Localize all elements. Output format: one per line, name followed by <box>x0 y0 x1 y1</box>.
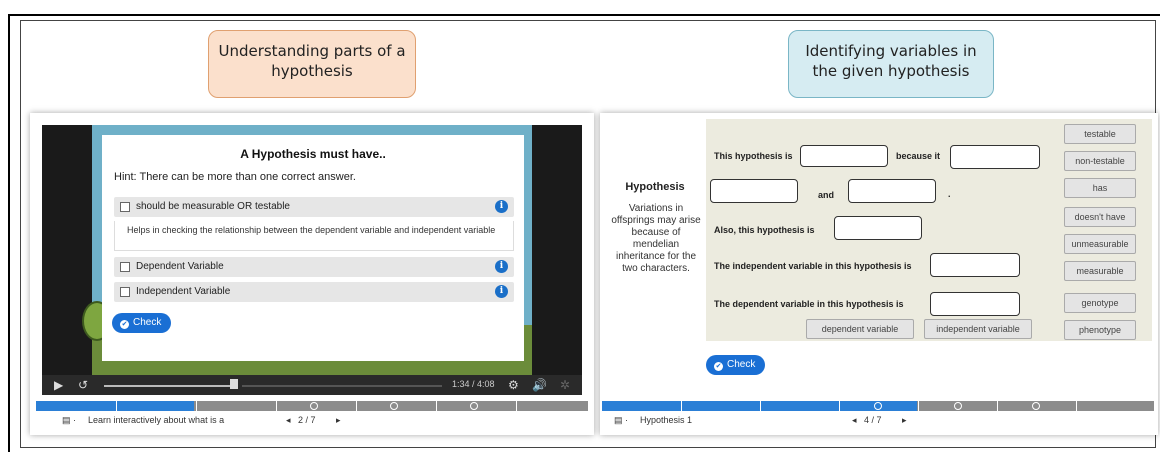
callout-identifying: Identifying variables in the given hypot… <box>788 30 994 98</box>
check-circle-icon: ✔ <box>120 320 129 329</box>
slide-progress-bar[interactable] <box>36 401 588 411</box>
scrubber-played[interactable] <box>104 385 234 387</box>
sentence-3: Also, this hypothesis is <box>714 225 815 235</box>
check-button[interactable]: ✔ Check <box>706 355 766 375</box>
progress-marker[interactable] <box>310 402 318 410</box>
play-icon[interactable]: ▶ <box>54 378 63 392</box>
progress-marker[interactable] <box>1032 402 1040 410</box>
volume-icon[interactable]: 🔊 <box>532 378 547 392</box>
modal-title: A Hypothesis must have.. <box>240 147 386 161</box>
page-indicator: 4 / 7 <box>864 415 882 425</box>
prev-icon[interactable]: ◂ <box>286 415 291 426</box>
progress-marker[interactable] <box>954 402 962 410</box>
video-player[interactable]: A Hypothesis must have.. Hint: There can… <box>42 125 582 395</box>
progress-marker[interactable] <box>470 402 478 410</box>
callout-understanding: Understanding parts of a hypothesis <box>208 30 416 98</box>
sentence-2-end: . <box>948 189 951 199</box>
slide-progress-bar[interactable] <box>602 401 1154 411</box>
chip-genotype[interactable]: genotype <box>1064 293 1136 313</box>
option-independent-variable[interactable]: Independent Variable i <box>114 282 514 302</box>
progress-divider <box>516 401 517 411</box>
check-label: Check <box>727 359 756 370</box>
check-button[interactable]: ✔ Check <box>112 313 172 333</box>
footer-title: Learn interactively about what is a <box>88 415 225 425</box>
check-circle-icon: ✔ <box>714 362 723 371</box>
drop-zone-5[interactable] <box>834 216 922 240</box>
drop-zone-1[interactable] <box>800 145 888 167</box>
progress-divider <box>997 401 998 411</box>
chip-testable[interactable]: testable <box>1064 124 1136 144</box>
progress-divider <box>760 401 761 411</box>
drop-zone-2[interactable] <box>950 145 1040 169</box>
checkbox[interactable] <box>120 287 130 297</box>
option-label: should be measurable OR testable <box>136 201 290 212</box>
info-icon[interactable]: i <box>495 260 508 273</box>
hypothesis-heading: Hypothesis <box>625 181 685 193</box>
sentence-1a: This hypothesis is <box>714 151 793 161</box>
page-indicator: 2 / 7 <box>298 415 316 425</box>
chip-doesnt-have[interactable]: doesn't have <box>1064 207 1136 227</box>
video-controls: ▶ ↺ 1:34 / 4:08 ⚙ 🔊 ✲ <box>42 375 582 395</box>
drop-zone-3[interactable] <box>710 179 798 203</box>
prev-icon[interactable]: ◂ <box>852 415 857 426</box>
next-icon[interactable]: ▸ <box>336 415 341 426</box>
sentence-1b: because it <box>896 151 941 161</box>
option-label: Dependent Variable <box>136 261 224 272</box>
chip-non-testable[interactable]: non-testable <box>1064 151 1136 171</box>
modal-hint: Hint: There can be more than one correct… <box>114 171 356 183</box>
drop-zone-4[interactable] <box>848 179 936 203</box>
slides-icon[interactable]: ▤ · <box>62 415 76 426</box>
info-icon[interactable]: i <box>495 285 508 298</box>
option-measurable[interactable]: should be measurable OR testable i <box>114 197 514 217</box>
footer-title: Hypothesis 1 <box>640 415 693 425</box>
option-dependent-variable[interactable]: Dependent Variable i <box>114 257 514 277</box>
progress-divider <box>196 401 197 411</box>
chip-measurable[interactable]: measurable <box>1064 261 1136 281</box>
drag-words-panel: Hypothesis Variations in offsprings may … <box>600 113 1158 435</box>
sentence-2: and <box>818 190 835 200</box>
progress-divider <box>918 401 919 411</box>
next-icon[interactable]: ▸ <box>902 415 907 426</box>
slides-icon[interactable]: ▤ · <box>614 415 628 426</box>
settings-icon[interactable]: ✲ <box>560 378 570 392</box>
speed-icon[interactable]: ⚙ <box>508 378 519 392</box>
progress-divider <box>681 401 682 411</box>
chip-dependent-variable[interactable]: dependent variable <box>806 319 914 339</box>
sentence-5: The dependent variable in this hypothesi… <box>714 299 904 309</box>
progress-marker[interactable] <box>874 402 882 410</box>
option-label: Independent Variable <box>136 286 231 297</box>
hypothesis-text: Variations in offsprings may arise becau… <box>611 203 701 274</box>
drop-zone-6[interactable] <box>930 253 1020 277</box>
progress-divider <box>356 401 357 411</box>
progress-divider <box>839 401 840 411</box>
frame-line-top <box>8 14 1160 16</box>
chip-has[interactable]: has <box>1064 178 1136 198</box>
question-modal: A Hypothesis must have.. Hint: There can… <box>102 135 524 361</box>
progress-divider <box>116 401 117 411</box>
info-icon[interactable]: i <box>495 200 508 213</box>
progress-divider <box>276 401 277 411</box>
check-label: Check <box>133 317 162 328</box>
chip-independent-variable[interactable]: independent variable <box>924 319 1032 339</box>
scrubber-remaining[interactable] <box>242 385 442 387</box>
frame-line-left <box>8 14 10 452</box>
progress-fill <box>36 401 194 411</box>
drop-zone-7[interactable] <box>930 292 1020 316</box>
progress-divider <box>1076 401 1077 411</box>
interactive-video-panel: A Hypothesis must have.. Hint: There can… <box>30 113 594 435</box>
progress-marker[interactable] <box>390 402 398 410</box>
option-explanation: Helps in checking the relationship betwe… <box>114 221 514 251</box>
progress-divider <box>436 401 437 411</box>
rewind-icon[interactable]: ↺ <box>78 378 88 392</box>
chip-unmeasurable[interactable]: unmeasurable <box>1064 234 1136 254</box>
checkbox[interactable] <box>120 202 130 212</box>
sentence-4: The independent variable in this hypothe… <box>714 261 912 271</box>
checkbox[interactable] <box>120 262 130 272</box>
time-display: 1:34 / 4:08 <box>452 379 495 389</box>
scrubber-handle[interactable] <box>230 379 238 389</box>
chip-phenotype[interactable]: phenotype <box>1064 320 1136 340</box>
